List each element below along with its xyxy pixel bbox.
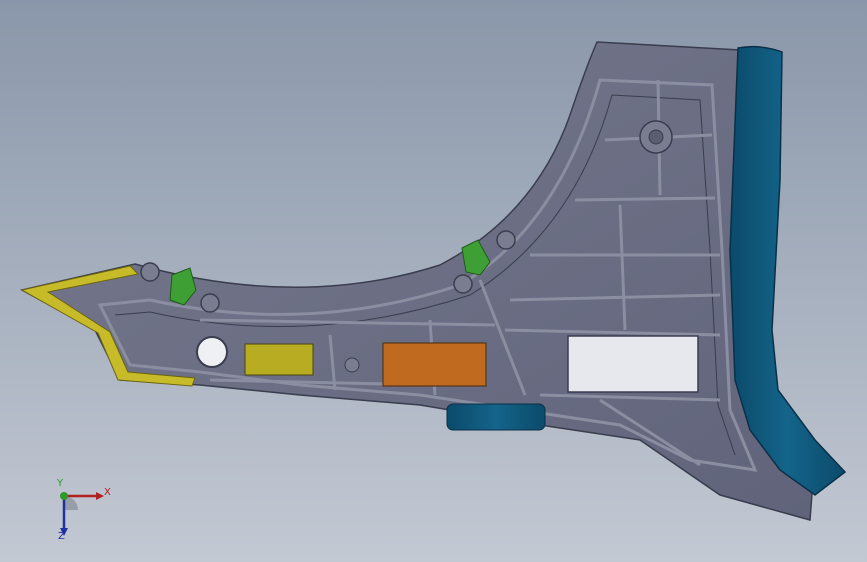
olive-pad[interactable]: [244, 343, 314, 376]
coordinate-triad: X Y Z: [40, 478, 120, 548]
rect-cutout: [567, 335, 699, 393]
part-body[interactable]: [19, 41, 816, 521]
blue-tab[interactable]: [446, 403, 546, 431]
x-axis-label: X: [104, 487, 111, 498]
z-axis-label: Z: [58, 531, 65, 542]
orange-pad[interactable]: [382, 342, 487, 387]
graphics-viewport[interactable]: X Y Z: [0, 0, 867, 562]
y-axis-label: Y: [57, 478, 64, 489]
part-model[interactable]: [0, 0, 867, 562]
